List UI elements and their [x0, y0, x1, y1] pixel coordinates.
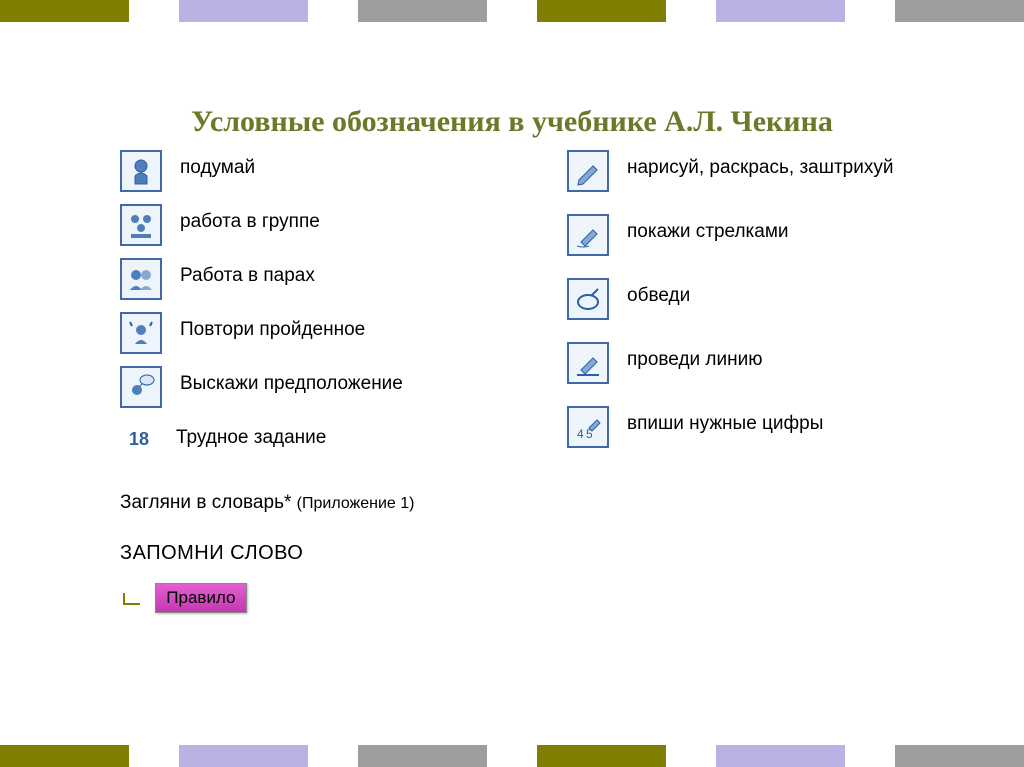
dictionary-line: Загляни в словарь* (Приложение 1): [120, 492, 944, 514]
legend-item-draw: нарисуй, раскрась, заштрихуй: [567, 150, 944, 192]
pencil-arrow-icon: [567, 214, 609, 256]
legend-item-line: проведи линию: [567, 342, 944, 384]
legend-item-circle: обведи: [567, 278, 944, 320]
pairs-icon: [120, 258, 162, 300]
legend-item-pairs: Работа в парах: [120, 258, 497, 300]
rule-pill: Правило: [155, 583, 246, 613]
legend-label: Выскажи предположение: [180, 366, 403, 397]
legend-label: Работа в парах: [180, 258, 315, 289]
slide-title: Условные обозначения в учебнике А.Л. Чек…: [0, 105, 1024, 139]
hard-number-icon: 18: [120, 420, 158, 458]
legend-label: проведи линию: [627, 342, 763, 373]
repeat-icon: [120, 312, 162, 354]
legend-label: Трудное задание: [176, 420, 326, 451]
bottom-border: [0, 745, 1024, 767]
think-icon: [120, 150, 162, 192]
guess-icon: [120, 366, 162, 408]
dictionary-text: Загляни в словарь*: [120, 492, 291, 513]
rule-tick-icon: [120, 586, 144, 610]
legend-label: обведи: [627, 278, 690, 309]
digits-icon: 45: [567, 406, 609, 448]
legend-label: впиши нужные цифры: [627, 406, 823, 437]
legend-label: нарисуй, раскрась, заштрихуй: [627, 150, 893, 181]
legend-item-digits: 45 впиши нужные цифры: [567, 406, 944, 448]
legend-item-think: подумай: [120, 150, 497, 192]
legend-item-group: работа в группе: [120, 204, 497, 246]
legend-label: Повтори пройденное: [180, 312, 365, 343]
remember-word: ЗАПОМНИ СЛОВО: [120, 542, 944, 565]
rule-row: Правило: [120, 583, 944, 613]
pencil-icon: [567, 150, 609, 192]
pencil-line-icon: [567, 342, 609, 384]
group-icon: [120, 204, 162, 246]
circle-icon: [567, 278, 609, 320]
legend-item-arrows: покажи стрелками: [567, 214, 944, 256]
svg-text:4: 4: [577, 427, 584, 441]
legend-item-guess: Выскажи предположение: [120, 366, 497, 408]
legend-label: подумай: [180, 150, 255, 181]
legend-right-column: нарисуй, раскрась, заштрихуй покажи стре…: [567, 150, 944, 470]
top-border: [0, 0, 1024, 22]
legend-content: подумай работа в группе Работа в парах П…: [120, 150, 944, 707]
legend-label: покажи стрелками: [627, 214, 789, 245]
legend-label: работа в группе: [180, 204, 320, 235]
legend-item-hard: 18 Трудное задание: [120, 420, 497, 458]
appendix-text: (Приложение 1): [297, 495, 415, 512]
legend-item-repeat: Повтори пройденное: [120, 312, 497, 354]
footer-block: Загляни в словарь* (Приложение 1) ЗАПОМН…: [120, 492, 944, 613]
legend-left-column: подумай работа в группе Работа в парах П…: [120, 150, 497, 470]
